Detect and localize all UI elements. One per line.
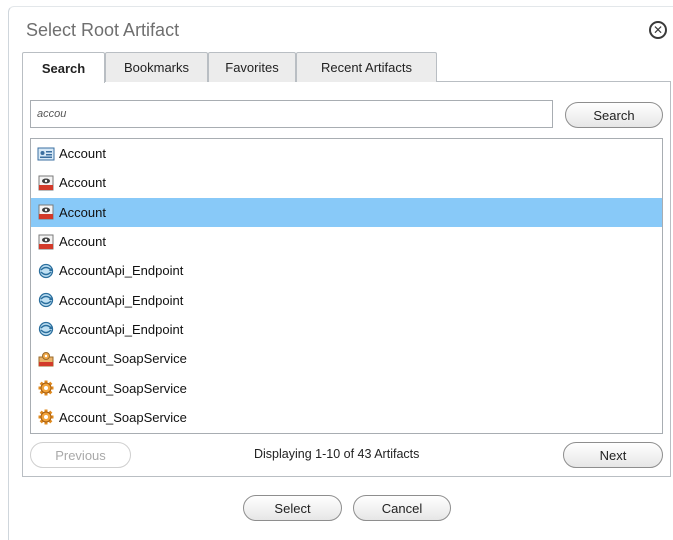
tab-favorites[interactable]: Favorites <box>208 52 296 82</box>
blue-endpoint-icon <box>38 263 54 278</box>
list-item[interactable]: Account_SoapService <box>31 373 662 402</box>
orange-gear-icon <box>38 409 54 425</box>
red-document-icon <box>38 234 54 250</box>
close-button[interactable]: ✕ <box>649 21 667 39</box>
next-button[interactable]: Next <box>563 442 663 468</box>
list-item[interactable]: Account_SoapService <box>31 403 662 432</box>
tab-bookmarks[interactable]: Bookmarks <box>105 52 208 82</box>
list-item-label: AccountApi_Endpoint <box>59 321 184 337</box>
list-item[interactable]: AccountApi_Endpoint <box>31 315 662 344</box>
red-document-icon <box>38 204 54 220</box>
list-item-label: Account_SoapService <box>59 409 187 425</box>
next-button-label: Next <box>599 447 627 463</box>
list-item-label: Account <box>59 204 106 220</box>
close-icon: ✕ <box>652 22 664 37</box>
results-list[interactable]: Account Account Account Account AccountA… <box>30 138 663 434</box>
list-item[interactable]: AccountApi_Endpoint <box>31 256 662 285</box>
cancel-button[interactable]: Cancel <box>353 495 451 521</box>
entity-card-icon <box>37 147 55 161</box>
previous-button[interactable]: Previous <box>30 442 131 468</box>
list-item[interactable]: Account <box>31 168 662 197</box>
list-item-label: Account <box>59 175 106 191</box>
dialog-title: Select Root Artifact <box>26 20 180 40</box>
list-item[interactable]: Account <box>31 139 662 168</box>
list-item-label: Account <box>59 146 106 162</box>
list-item-label: AccountApi_Endpoint <box>59 263 184 279</box>
search-button-label: Search <box>593 107 635 123</box>
tab-label: Favorites <box>225 60 279 75</box>
tab-label: Search <box>41 60 86 76</box>
list-item-label: AccountApi_Endpoint <box>59 292 184 308</box>
orange-gear-icon <box>38 380 54 396</box>
list-item-label: Account_SoapService <box>59 351 187 367</box>
list-item[interactable]: Account <box>31 197 662 227</box>
tab-recent-artifacts[interactable]: Recent Artifacts <box>296 52 437 82</box>
previous-button-label: Previous <box>55 447 106 463</box>
list-item[interactable]: AccountApi_Endpoint <box>31 285 662 314</box>
service-package-icon <box>38 351 54 367</box>
select-button-label: Select <box>274 500 311 516</box>
list-item-label: Account <box>59 234 106 250</box>
red-document-icon <box>38 175 54 191</box>
search-button[interactable]: Search <box>565 102 663 128</box>
blue-endpoint-icon <box>38 322 54 337</box>
list-item-label: Account_SoapService <box>59 380 187 396</box>
list-item[interactable]: Account_SoapService <box>31 344 662 373</box>
blue-endpoint-icon <box>38 292 54 308</box>
list-item[interactable]: Account <box>31 227 662 256</box>
select-button[interactable]: Select <box>243 495 342 521</box>
pagination-status: Displaying 1-10 of 43 Artifacts <box>254 447 420 461</box>
tab-label: Recent Artifacts <box>320 60 413 75</box>
search-input[interactable] <box>30 100 553 128</box>
tab-search[interactable]: Search <box>22 52 105 83</box>
cancel-button-label: Cancel <box>381 500 423 516</box>
tab-label: Bookmarks <box>123 60 190 75</box>
